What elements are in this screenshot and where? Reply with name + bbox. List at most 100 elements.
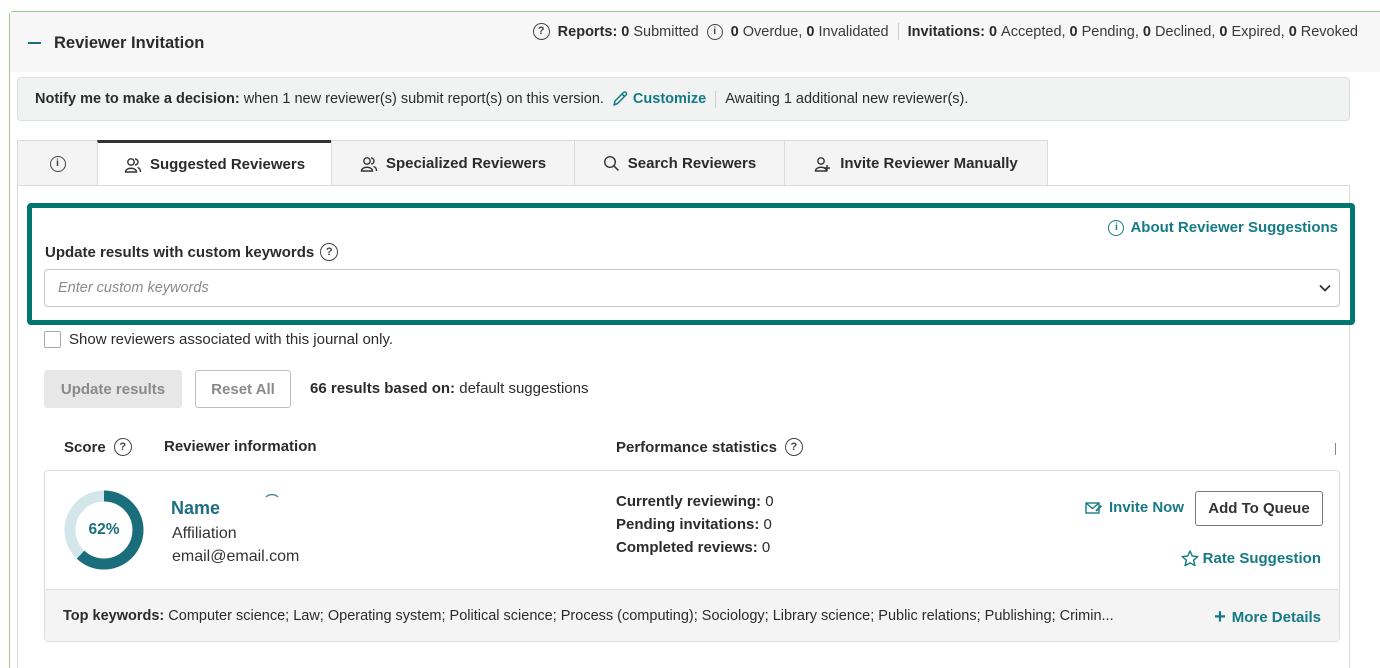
- customize-link[interactable]: Customize: [633, 91, 706, 107]
- add-to-queue-button[interactable]: Add To Queue: [1195, 491, 1323, 526]
- collapse-minus-icon[interactable]: [28, 31, 42, 51]
- submitted-count: 0: [621, 23, 630, 40]
- about-suggestions-link[interactable]: i About Reviewer Suggestions: [1108, 219, 1338, 236]
- divider: [715, 90, 717, 108]
- revoked-count: 0: [1288, 23, 1297, 40]
- reports-label: Reports:: [557, 23, 618, 40]
- revoked-label: Revoked: [1300, 23, 1358, 40]
- person-add-icon: [814, 156, 832, 172]
- pending-count: 0: [1069, 23, 1078, 40]
- keywords-label-text: Update results with custom keywords: [45, 243, 315, 261]
- invite-now-link[interactable]: Invite Now: [1085, 499, 1184, 516]
- reviewer-info-header-label: Reviewer information: [164, 438, 317, 455]
- stat-value: 0: [763, 516, 772, 533]
- reviewer-tabs: i Suggested Reviewers Specialized Review…: [17, 140, 1048, 186]
- tab-suggested-reviewers[interactable]: Suggested Reviewers: [97, 140, 332, 186]
- overdue-count: 0: [730, 23, 739, 40]
- stat-label: Currently reviewing:: [616, 493, 762, 510]
- reviewer-card: 62% Name Affiliation email@email.com Cur…: [44, 470, 1340, 642]
- journal-only-label: Show reviewers associated with this jour…: [69, 331, 394, 348]
- tab-specialized-reviewers[interactable]: Specialized Reviewers: [331, 140, 575, 186]
- divider: [897, 23, 899, 40]
- stat-pending-invitations: Pending invitations: 0: [616, 513, 774, 536]
- help-icon[interactable]: ?: [113, 438, 132, 456]
- stat-value: 0: [765, 493, 774, 510]
- help-icon[interactable]: ?: [320, 243, 339, 261]
- more-details-label: More Details: [1231, 608, 1321, 626]
- journal-only-filter: Show reviewers associated with this jour…: [44, 331, 393, 348]
- column-divider: [1335, 443, 1336, 455]
- top-keywords-label: Top keywords:: [63, 607, 165, 624]
- status-summary: ? Reports: 0 Submitted i 0 Overdue, 0 In…: [532, 23, 1358, 40]
- reviewer-affiliation: Affiliation: [172, 525, 237, 542]
- performance-header-label: Performance statistics: [616, 438, 777, 456]
- stat-label: Completed reviews:: [616, 539, 758, 556]
- stat-completed-reviews: Completed reviews: 0: [616, 536, 774, 559]
- accepted-label: Accepted,: [1001, 23, 1066, 40]
- results-count: 66 results based on:: [310, 380, 456, 397]
- people-icon: [360, 156, 378, 172]
- notify-label: Notify me to make a decision:: [35, 91, 240, 107]
- pending-label: Pending,: [1081, 23, 1139, 40]
- notify-text: when 1 new reviewer(s) submit report(s) …: [243, 91, 604, 107]
- invalidated-count: 0: [806, 23, 815, 40]
- performance-stats: Currently reviewing: 0 Pending invitatio…: [616, 490, 774, 559]
- column-header-performance: Performance statistics ?: [616, 438, 803, 456]
- section-header[interactable]: Reviewer Invitation: [10, 12, 1380, 72]
- pencil-icon[interactable]: [611, 90, 629, 108]
- column-header-score: Score ?: [64, 438, 132, 456]
- score-value: 62%: [88, 521, 120, 538]
- reviewer-email: email@email.com: [172, 548, 300, 565]
- reviewer-name-link[interactable]: Name: [171, 498, 220, 519]
- more-details-link[interactable]: + More Details: [1214, 607, 1321, 627]
- score-header-label: Score: [64, 438, 106, 456]
- envelope-pencil-icon: [1085, 501, 1103, 514]
- partial-icon: [265, 493, 279, 498]
- decision-notification-bar: Notify me to make a decision: when 1 new…: [17, 77, 1350, 121]
- tab-invite-manually[interactable]: Invite Reviewer Manually: [784, 140, 1048, 186]
- search-icon: [603, 155, 620, 172]
- chevron-down-icon[interactable]: [1319, 284, 1331, 292]
- awaiting-text: Awaiting 1 additional new reviewer(s).: [725, 91, 969, 107]
- section-title: Reviewer Invitation: [54, 34, 205, 52]
- tab-search-label: Search Reviewers: [627, 155, 757, 172]
- keywords-label: Update results with custom keywords ?: [45, 243, 339, 261]
- star-icon: [1181, 550, 1199, 567]
- results-summary: 66 results based on: default suggestions: [310, 380, 589, 397]
- stat-label: Pending invitations:: [616, 516, 760, 533]
- top-keywords-bar: Top keywords: Computer science; Law; Ope…: [45, 589, 1339, 641]
- declined-label: Declined,: [1154, 23, 1216, 40]
- reset-all-button[interactable]: Reset All: [195, 370, 291, 408]
- top-keywords-text: Computer science; Law; Operating system;…: [168, 607, 1114, 624]
- rate-suggestion-label: Rate Suggestion: [1202, 550, 1321, 567]
- tab-info[interactable]: i: [17, 140, 98, 186]
- expired-label: Expired,: [1231, 23, 1285, 40]
- invite-now-label: Invite Now: [1109, 499, 1185, 516]
- info-icon: i: [49, 155, 66, 172]
- tab-specialized-label: Specialized Reviewers: [385, 155, 547, 172]
- expired-count: 0: [1219, 23, 1228, 40]
- help-icon[interactable]: ?: [784, 438, 803, 456]
- tab-suggested-label: Suggested Reviewers: [149, 156, 306, 173]
- tab-search-reviewers[interactable]: Search Reviewers: [574, 140, 785, 186]
- accepted-count: 0: [988, 23, 998, 40]
- stat-value: 0: [761, 539, 771, 556]
- submitted-label: Submitted: [633, 23, 699, 40]
- overdue-label: Overdue,: [742, 23, 803, 40]
- info-icon[interactable]: i: [706, 23, 723, 40]
- update-results-button[interactable]: Update results: [44, 370, 182, 408]
- custom-keywords-box: i About Reviewer Suggestions Update resu…: [27, 203, 1355, 325]
- invitations-label: Invitations:: [907, 23, 985, 40]
- journal-only-checkbox[interactable]: [44, 331, 61, 348]
- column-header-reviewer-info: Reviewer information: [164, 438, 317, 455]
- people-icon: [124, 157, 142, 173]
- stat-currently-reviewing: Currently reviewing: 0: [616, 490, 774, 513]
- about-suggestions-label: About Reviewer Suggestions: [1130, 219, 1338, 236]
- custom-keywords-input[interactable]: [44, 269, 1340, 307]
- tab-invite-label: Invite Reviewer Manually: [840, 155, 1018, 172]
- help-icon[interactable]: ?: [532, 23, 550, 40]
- invalidated-label: Invalidated: [818, 23, 889, 40]
- declined-count: 0: [1142, 23, 1151, 40]
- results-basis: default suggestions: [459, 380, 589, 397]
- rate-suggestion-link[interactable]: Rate Suggestion: [1181, 550, 1321, 567]
